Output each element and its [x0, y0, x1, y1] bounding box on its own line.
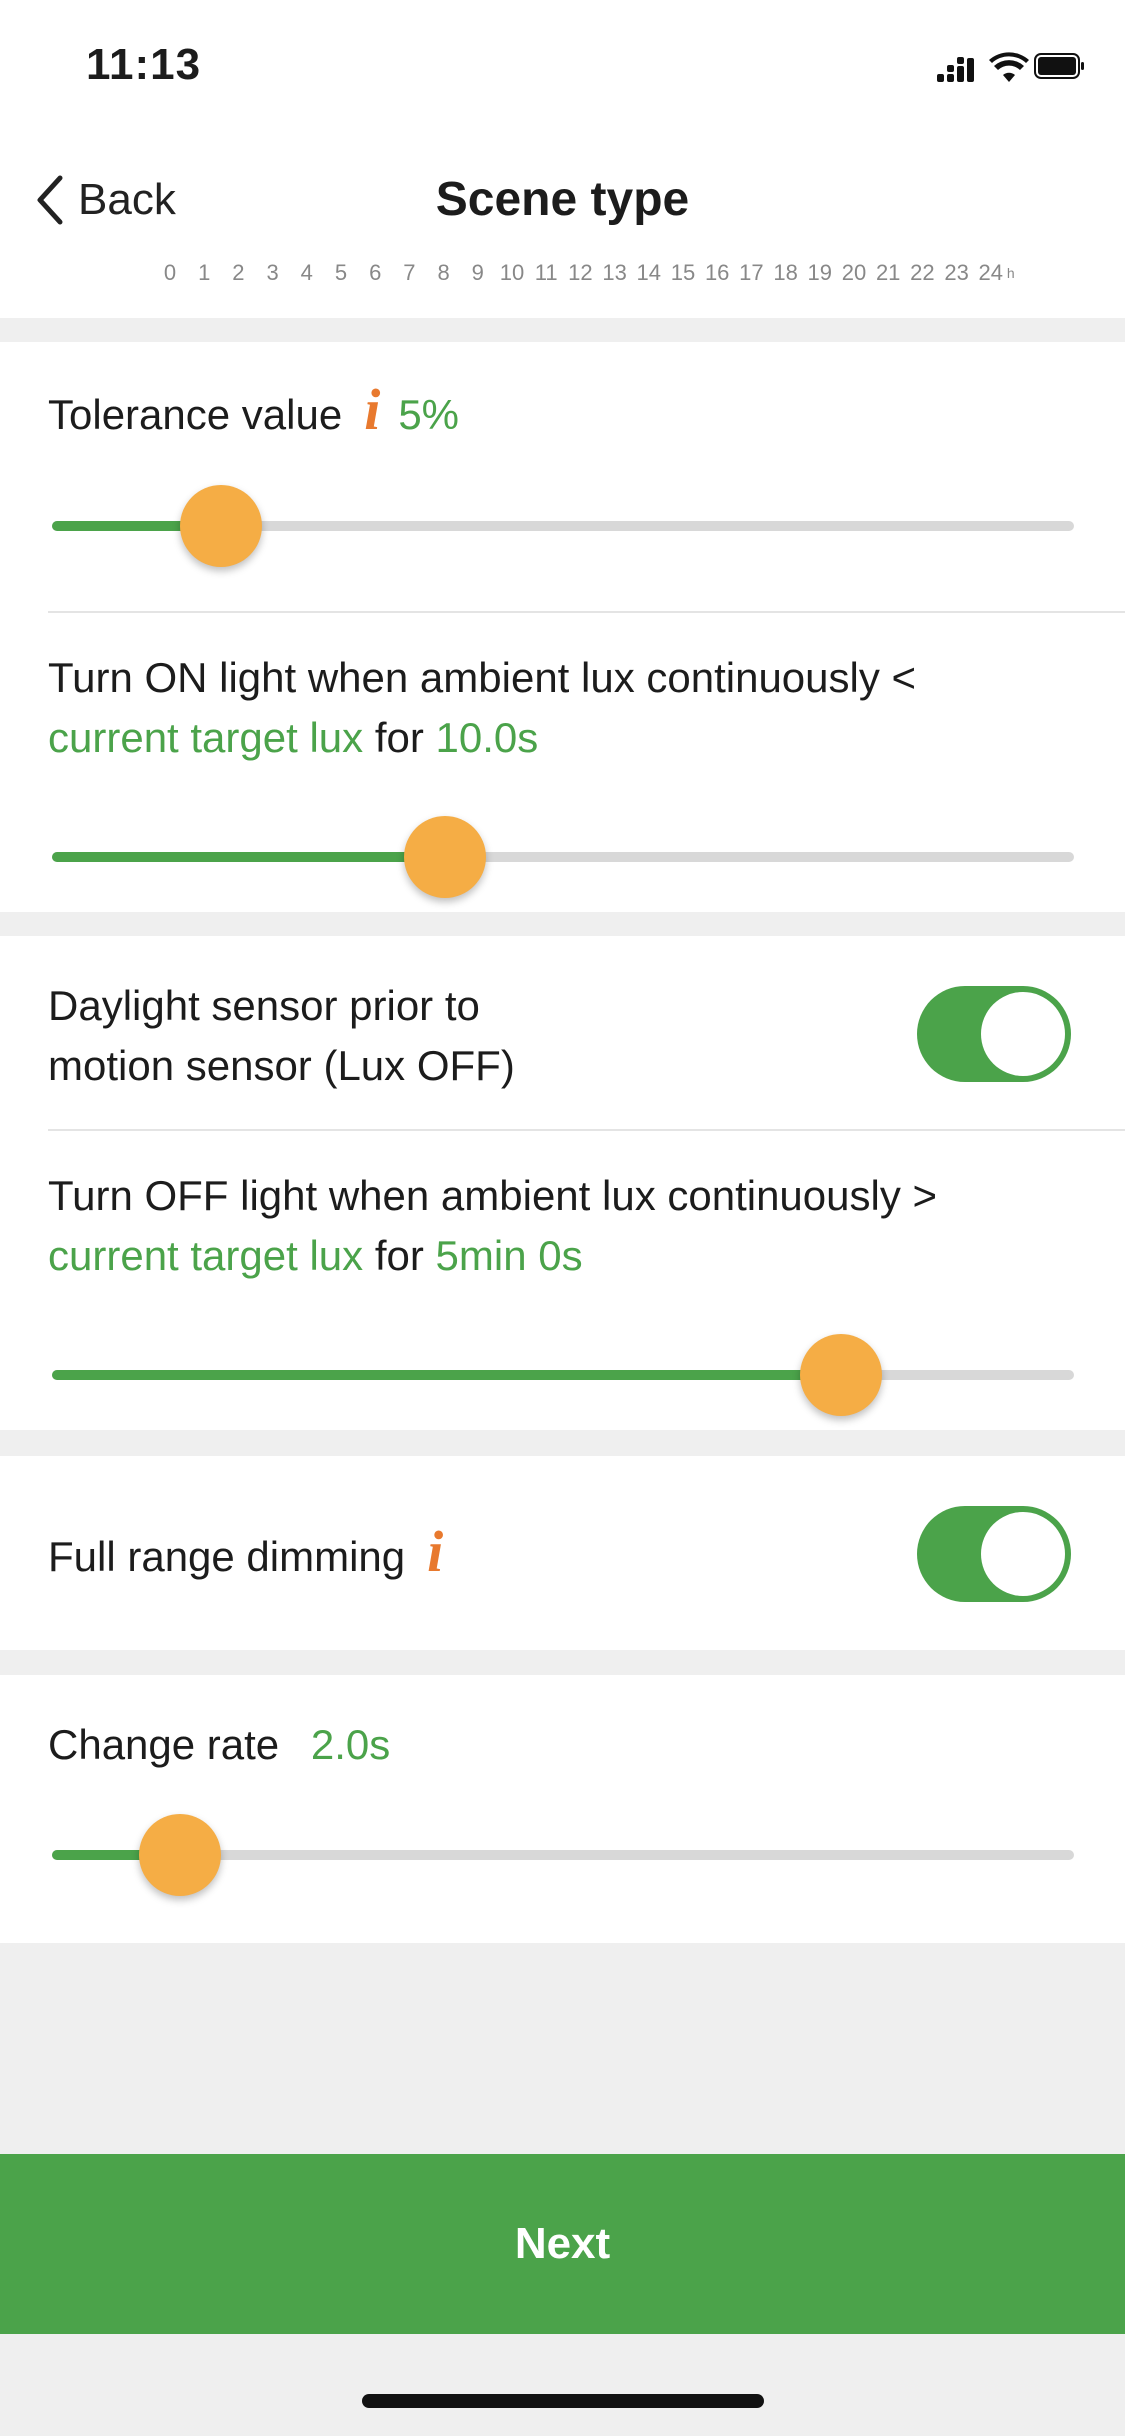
full-range-dimming-card: Full range dimming i — [0, 1456, 1125, 1650]
page-title: Scene type — [435, 173, 690, 226]
status-bar: 11:13 — [0, 0, 1125, 140]
daylight-priority-line1: Daylight sensor prior to — [48, 982, 480, 1029]
home-indicator — [362, 2394, 764, 2408]
tolerance-slider[interactable] — [52, 485, 1074, 567]
hour-tick-label: 12 — [568, 262, 593, 285]
lux-on-slider-fill — [52, 852, 446, 862]
hour-tick-label: 9 — [471, 262, 484, 285]
lux-off-card: Daylight sensor prior to motion sensor (… — [0, 936, 1125, 1430]
lux-on-description: Turn ON light when ambient lux continuou… — [48, 648, 1088, 768]
lux-on-for: for — [374, 714, 424, 761]
hour-tick-label: 8 — [437, 262, 450, 285]
hour-tick-label: 10 — [499, 262, 525, 285]
change-rate-slider-thumb[interactable] — [138, 1814, 221, 1896]
lux-settings-card: Tolerance value i 5% Turn ON light when am… — [0, 342, 1125, 912]
hour-tick-label: 11 — [534, 262, 558, 285]
lux-off-text: Turn OFF light when ambient lux continuo… — [48, 1172, 938, 1219]
daylight-priority-label: Daylight sensor prior to motion sensor (… — [48, 976, 515, 1096]
wifi-icon — [989, 52, 1029, 82]
status-icons — [937, 52, 1084, 82]
status-time: 11:13 — [86, 40, 202, 89]
hour-tick-label: 17 — [739, 262, 764, 285]
battery-icon — [1034, 53, 1084, 79]
toggle-knob — [981, 992, 1065, 1076]
hour-tick-label: 24 — [978, 262, 1004, 285]
change-rate-card: Change rate 2.0s — [0, 1675, 1125, 1943]
change-rate-label: Change rate — [48, 1721, 280, 1768]
full-range-dimming-toggle[interactable] — [917, 1506, 1071, 1602]
cellular-signal-icon — [937, 57, 974, 82]
hour-tick-label: 20 — [841, 262, 867, 285]
hour-tick-label: 21 — [875, 262, 901, 285]
divider — [48, 611, 1125, 613]
lux-on-target: current target lux — [48, 714, 364, 761]
lux-off-duration: 5min 0s — [435, 1232, 583, 1279]
hour-tick-label: 13 — [602, 262, 627, 285]
daylight-priority-toggle[interactable] — [917, 986, 1071, 1082]
hour-axis: 0 1 2 3 4 5 6 7 8 9 10 11 12 13 14 15 16 17 18 19 20 21 22 23 24… — [0, 262, 1125, 318]
lux-off-slider-thumb[interactable] — [799, 1334, 882, 1416]
hour-tick-label: h — [1006, 265, 1015, 281]
hour-tick-label: 4 — [300, 262, 313, 285]
hour-tick-label: 1 — [198, 262, 211, 285]
hour-tick-label: 23 — [944, 262, 969, 285]
hour-tick-label: 15 — [670, 262, 696, 285]
hour-tick-label: 7 — [403, 262, 416, 285]
lux-off-duration-slider[interactable] — [52, 1334, 1074, 1416]
lux-off-target: current target lux — [48, 1232, 364, 1279]
toggle-knob — [981, 1512, 1065, 1596]
tolerance-row: Tolerance value i 5% — [48, 380, 459, 445]
hour-tick-label: 5 — [334, 262, 348, 285]
hour-tick-label: 0 — [163, 262, 177, 285]
hour-tick-label: 6 — [369, 262, 382, 285]
info-icon[interactable]: i — [364, 377, 380, 442]
daylight-priority-line2: motion sensor (Lux OFF) — [48, 1042, 515, 1089]
change-rate-slider[interactable] — [52, 1814, 1074, 1896]
tolerance-value: 5% — [398, 391, 460, 438]
hour-tick-label: 14 — [636, 262, 662, 285]
full-range-dimming-row: Full range dimming i — [48, 1522, 461, 1587]
full-range-dimming-label: Full range dimming — [48, 1533, 406, 1580]
lux-on-duration-slider[interactable] — [52, 816, 1074, 898]
hour-tick-label: 18 — [773, 262, 798, 285]
divider — [48, 1129, 1125, 1131]
lux-on-duration: 10.0s — [435, 714, 539, 761]
lux-on-slider-thumb[interactable] — [404, 816, 487, 898]
lux-off-for: for — [374, 1232, 424, 1279]
hour-tick-label: 3 — [266, 262, 279, 285]
hour-tick-label: 19 — [807, 262, 833, 285]
info-icon[interactable]: i — [427, 1519, 443, 1584]
change-rate-row: Change rate 2.0s — [48, 1715, 390, 1775]
next-button[interactable]: Next — [0, 2154, 1125, 2334]
navigation-bar: Back Scene type — [0, 140, 1125, 264]
lux-on-text: Turn ON light when ambient lux continuou… — [48, 654, 917, 701]
hour-tick-label: 2 — [232, 262, 245, 285]
lux-off-description: Turn OFF light when ambient lux continuo… — [48, 1166, 1108, 1286]
lux-off-slider-fill — [52, 1370, 841, 1380]
tolerance-label: Tolerance value — [48, 391, 343, 438]
change-rate-value: 2.0s — [310, 1721, 391, 1768]
hour-tick-label: 22 — [910, 262, 935, 285]
hour-tick-label: 16 — [704, 262, 730, 285]
tolerance-slider-thumb[interactable] — [179, 485, 262, 567]
